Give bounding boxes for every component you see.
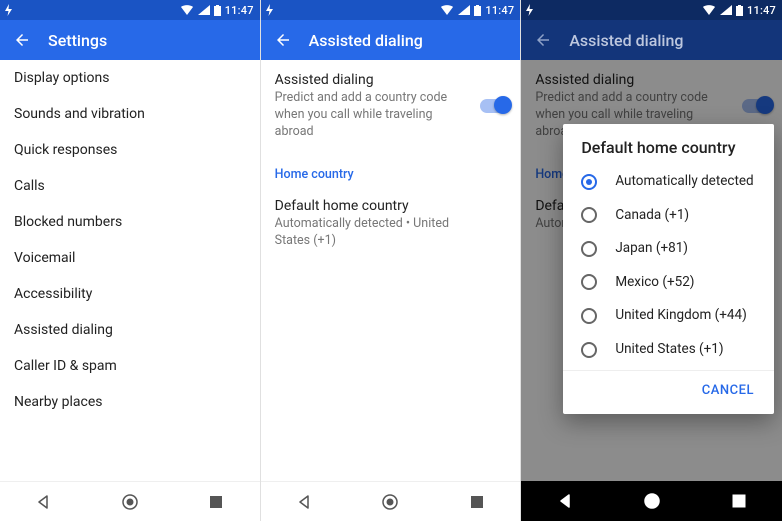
nav-home-icon[interactable] [638, 487, 666, 515]
pref-assisted-dialing[interactable]: Assisted dialing Predict and add a count… [261, 60, 521, 153]
settings-item-voicemail[interactable]: Voicemail [0, 240, 260, 276]
status-bar: 11:47 [521, 0, 782, 20]
settings-item-accessibility[interactable]: Accessibility [0, 276, 260, 312]
bolt-icon [525, 4, 535, 16]
pref-default-home-country[interactable]: Default home country Automatically detec… [261, 186, 521, 262]
status-bar: 11:47 [0, 0, 260, 20]
bolt-icon [4, 4, 14, 16]
nav-recents-icon[interactable] [202, 488, 230, 516]
screen-dialog: 11:47 Assisted dialing Assisted dialing … [521, 0, 782, 521]
signal-icon [198, 5, 210, 15]
app-bar-title: Assisted dialing [309, 31, 423, 50]
option-label: Automatically detected [615, 173, 753, 191]
screen-settings: 11:47 Settings Display options Sounds an… [0, 0, 261, 521]
radio-icon [581, 207, 597, 223]
option-mexico[interactable]: Mexico (+52) [563, 266, 774, 300]
settings-list: Display options Sounds and vibration Qui… [0, 60, 260, 481]
nav-back-icon[interactable] [290, 488, 318, 516]
app-bar: Settings [0, 20, 260, 60]
settings-item-blocked-numbers[interactable]: Blocked numbers [0, 204, 260, 240]
battery-icon [214, 5, 221, 16]
radio-icon [581, 241, 597, 257]
nav-home-icon[interactable] [116, 488, 144, 516]
option-label: United Kingdom (+44) [615, 307, 746, 325]
status-time: 11:47 [485, 4, 514, 17]
navigation-bar [0, 481, 260, 521]
section-home-country: Home country [261, 153, 521, 186]
navigation-bar [261, 481, 521, 521]
bolt-icon [265, 4, 275, 16]
dialog-title: Default home country [563, 138, 774, 165]
signal-icon [458, 5, 470, 15]
radio-icon [581, 308, 597, 324]
nav-back-icon[interactable] [551, 487, 579, 515]
option-canada[interactable]: Canada (+1) [563, 199, 774, 233]
wifi-icon [702, 5, 716, 15]
screen-assisted-dialing: 11:47 Assisted dialing Assisted dialing … [261, 0, 522, 521]
pref-subtitle: Automatically detected • United States (… [275, 216, 507, 250]
settings-item-nearby-places[interactable]: Nearby places [0, 384, 260, 420]
radio-icon [581, 342, 597, 358]
settings-item-sounds-vibration[interactable]: Sounds and vibration [0, 96, 260, 132]
settings-item-assisted-dialing[interactable]: Assisted dialing [0, 312, 260, 348]
back-icon[interactable] [271, 28, 295, 52]
pref-title: Assisted dialing [535, 72, 768, 88]
dialog-default-home-country: Default home country Automatically detec… [563, 124, 774, 414]
dialog-actions: CANCEL [563, 370, 774, 406]
pref-title: Default home country [275, 198, 507, 214]
battery-icon [736, 5, 743, 16]
signal-icon [720, 5, 732, 15]
option-united-kingdom[interactable]: United Kingdom (+44) [563, 299, 774, 333]
pref-subtitle: Predict and add a country code when you … [275, 90, 507, 141]
radio-icon [581, 174, 597, 190]
cancel-button[interactable]: CANCEL [694, 377, 762, 404]
back-icon [531, 28, 555, 52]
three-pane-layout: 11:47 Settings Display options Sounds an… [0, 0, 782, 521]
nav-recents-icon[interactable] [463, 488, 491, 516]
settings-item-calls[interactable]: Calls [0, 168, 260, 204]
app-bar-title: Settings [48, 31, 107, 50]
pref-title: Assisted dialing [275, 72, 507, 88]
status-time: 11:47 [747, 4, 776, 17]
nav-recents-icon[interactable] [725, 487, 753, 515]
settings-item-quick-responses[interactable]: Quick responses [0, 132, 260, 168]
nav-home-icon[interactable] [376, 488, 404, 516]
option-label: Japan (+81) [615, 240, 688, 258]
assisted-dialing-content: Assisted dialing Predict and add a count… [261, 60, 521, 481]
option-japan[interactable]: Japan (+81) [563, 232, 774, 266]
assisted-dialing-toggle[interactable] [480, 99, 510, 113]
status-time: 11:47 [225, 4, 254, 17]
radio-icon [581, 274, 597, 290]
settings-item-caller-id-spam[interactable]: Caller ID & spam [0, 348, 260, 384]
battery-icon [474, 5, 481, 16]
back-icon[interactable] [10, 28, 34, 52]
navigation-bar [521, 481, 782, 521]
app-bar-title: Assisted dialing [569, 31, 683, 50]
assisted-dialing-toggle [742, 99, 772, 113]
app-bar: Assisted dialing [521, 20, 782, 60]
wifi-icon [180, 5, 194, 15]
wifi-icon [440, 5, 454, 15]
option-label: Canada (+1) [615, 207, 689, 225]
option-auto-detected[interactable]: Automatically detected [563, 165, 774, 199]
status-bar: 11:47 [261, 0, 521, 20]
option-united-states[interactable]: United States (+1) [563, 333, 774, 367]
settings-item-display-options[interactable]: Display options [0, 60, 260, 96]
app-bar: Assisted dialing [261, 20, 521, 60]
nav-back-icon[interactable] [29, 488, 57, 516]
option-label: Mexico (+52) [615, 274, 694, 292]
option-label: United States (+1) [615, 341, 723, 359]
